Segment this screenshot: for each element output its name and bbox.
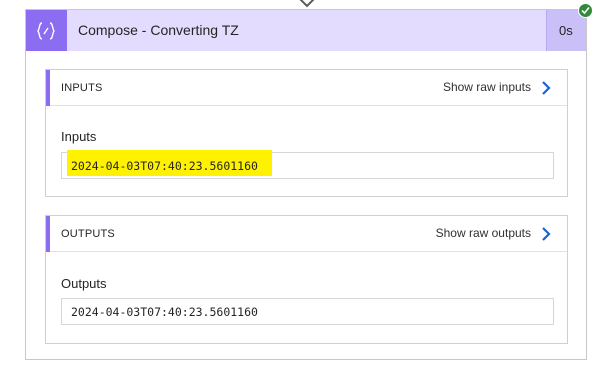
duration-text: 0s [559,23,573,38]
outputs-accent-bar [46,216,50,252]
outputs-section-header: OUTPUTS Show raw outputs [46,216,567,252]
inputs-section-header: INPUTS Show raw inputs [46,70,567,106]
outputs-section-title: OUTPUTS [61,228,115,240]
compose-braces-icon [37,22,55,40]
inputs-field-label: Inputs [61,129,97,144]
action-header[interactable]: Compose - Converting TZ 0s [26,10,586,51]
outputs-value-box[interactable]: 2024-04-03T07:40:23.5601160 [61,298,554,325]
chevron-right-icon[interactable] [539,80,553,96]
inputs-accent-bar [46,70,50,106]
success-badge [578,3,593,18]
inputs-section-title: INPUTS [61,82,103,94]
inputs-section: INPUTS Show raw inputs Inputs 2024-04-03… [45,69,568,197]
show-raw-outputs-link[interactable]: Show raw outputs [436,226,531,240]
inputs-value-box[interactable]: 2024-04-03T07:40:23.5601160 [61,150,554,179]
inputs-value: 2024-04-03T07:40:23.5601160 [71,159,258,173]
compose-icon-box [26,10,67,51]
connector-arrow-icon [299,0,315,8]
show-raw-inputs-link[interactable]: Show raw inputs [443,80,531,94]
chevron-right-icon[interactable] [539,226,553,242]
outputs-section: OUTPUTS Show raw outputs Outputs 2024-04… [45,215,568,344]
outputs-field-label: Outputs [61,276,107,291]
action-title: Compose - Converting TZ [78,22,239,38]
outputs-value: 2024-04-03T07:40:23.5601160 [71,305,258,319]
compose-action-card: Compose - Converting TZ 0s INPUTS Show r… [25,9,587,360]
success-check-icon [581,6,590,15]
